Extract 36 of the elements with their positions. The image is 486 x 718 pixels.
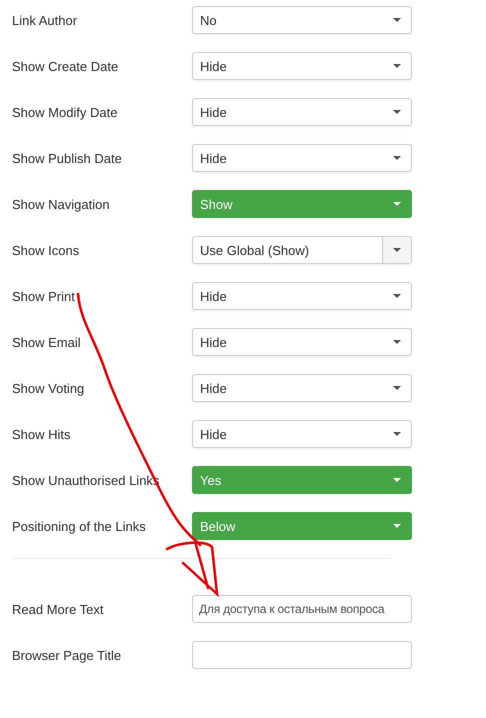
dropdown[interactable]: Hide	[192, 98, 412, 126]
field-label: Show Hits	[11, 426, 72, 442]
field-label: Show Modify Date	[11, 104, 118, 120]
field-label: Show Create Date	[11, 58, 120, 74]
dropdown[interactable]: No	[192, 6, 412, 34]
caret-icon	[393, 64, 401, 68]
caret-icon	[393, 432, 401, 436]
dropdown[interactable]: Hide	[192, 420, 412, 448]
dropdown[interactable]: Hide	[192, 328, 412, 356]
caret-icon	[393, 478, 401, 482]
caret-icon	[393, 110, 401, 114]
field-label: Read More Text	[11, 602, 105, 616]
caret-icon	[393, 294, 401, 298]
caret-icon	[393, 202, 401, 206]
dropdown[interactable]: Hide	[192, 374, 412, 402]
caret-icon	[393, 340, 401, 344]
field-label: Show Email	[11, 334, 82, 350]
field-label: Show Voting	[11, 380, 86, 396]
dropdown[interactable]: Use Global (Show)	[192, 236, 412, 264]
caret-icon	[393, 18, 401, 22]
caret-icon	[393, 524, 401, 528]
field-label: Positioning of the Links	[11, 518, 147, 534]
field-label: Link Author	[11, 12, 78, 28]
field-label: Show Print	[11, 288, 76, 304]
caret-icon	[393, 156, 401, 160]
field-label: Show Navigation	[11, 196, 111, 212]
caret-icon	[393, 386, 401, 390]
field-label: Show Icons	[11, 242, 80, 258]
field-label: Browser Page Title	[11, 648, 122, 662]
field-label: Show Publish Date	[11, 150, 123, 166]
dropdown[interactable]: Hide	[192, 282, 412, 310]
dropdown[interactable]: Hide	[192, 52, 412, 80]
input-field[interactable]	[192, 641, 412, 669]
dropdown[interactable]: Hide	[192, 144, 412, 172]
input-field[interactable]: Для доступа к остальным вопроса	[192, 595, 412, 623]
caret-icon	[393, 248, 401, 252]
